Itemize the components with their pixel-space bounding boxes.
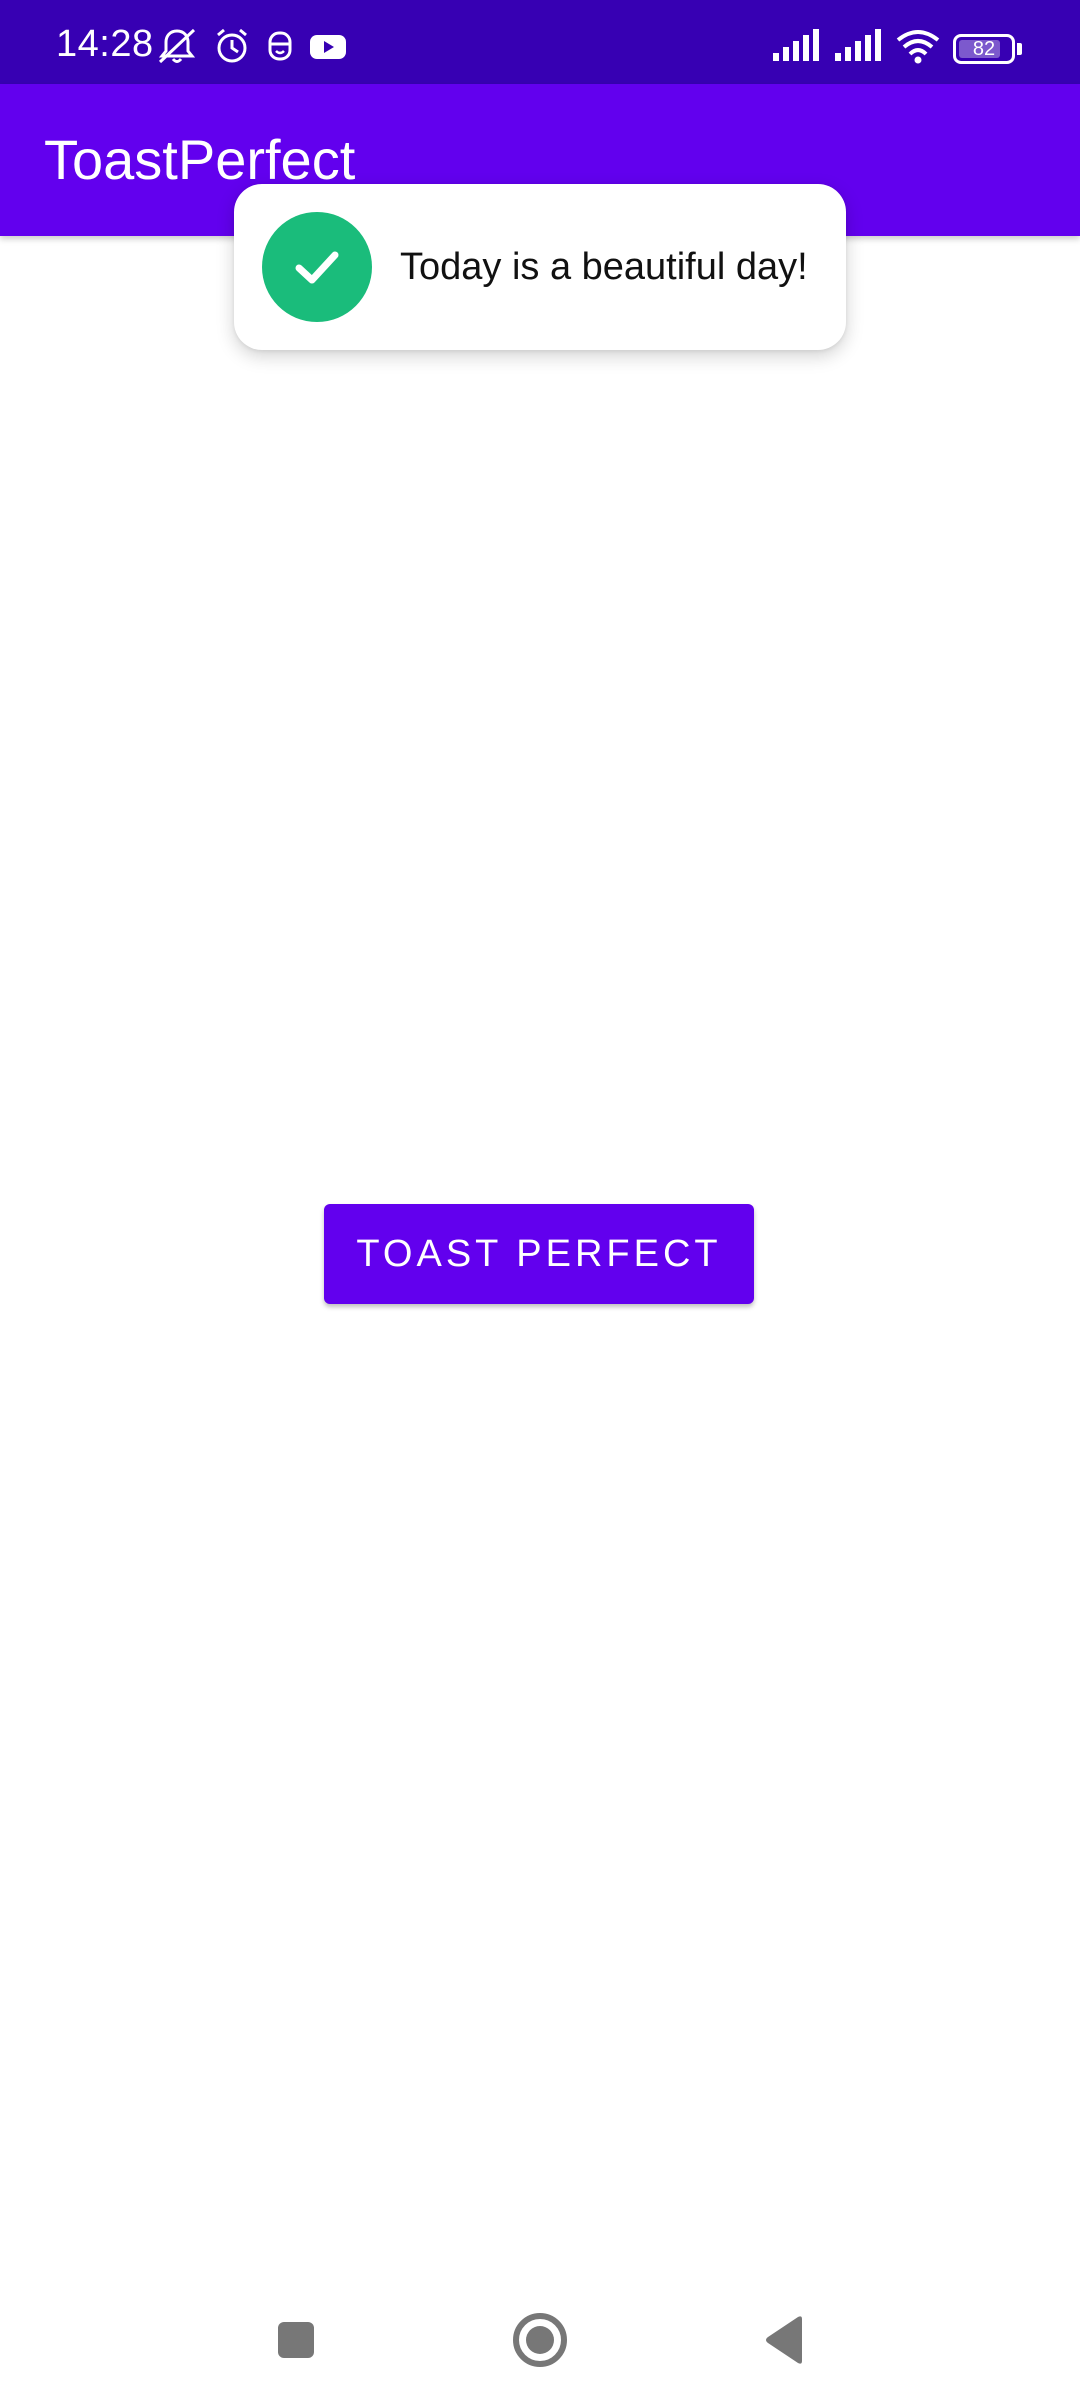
status-right-icons: 82 (771, 28, 1022, 69)
notifications-off-icon (156, 26, 198, 66)
app-title: ToastPerfect (44, 128, 356, 191)
toast-perfect-button[interactable]: TOAST PERFECT (324, 1204, 754, 1304)
home-icon[interactable] (510, 2310, 570, 2370)
status-bar: 14:28 82 (0, 0, 1080, 84)
toast: Today is a beautiful day! (234, 184, 846, 350)
recents-icon[interactable] (266, 2310, 326, 2370)
alarm-icon (212, 26, 252, 66)
battery-icon: 82 (953, 33, 1015, 64)
back-icon[interactable] (754, 2310, 814, 2370)
status-left-icons (156, 26, 348, 66)
wifi-icon (895, 28, 941, 69)
toast-message: Today is a beautiful day! (400, 246, 808, 288)
face-icon (266, 26, 294, 66)
nav-bar (0, 2280, 1080, 2400)
screen: 14:28 82 ToastPerfect Today is a beautif… (0, 0, 1080, 2400)
status-time: 14:28 (56, 23, 154, 65)
check-icon (262, 212, 372, 322)
signal-icon (771, 29, 821, 68)
battery-cap (1017, 42, 1022, 55)
youtube-icon (308, 26, 348, 66)
battery-level: 82 (972, 37, 996, 60)
signal-icon (833, 29, 883, 68)
